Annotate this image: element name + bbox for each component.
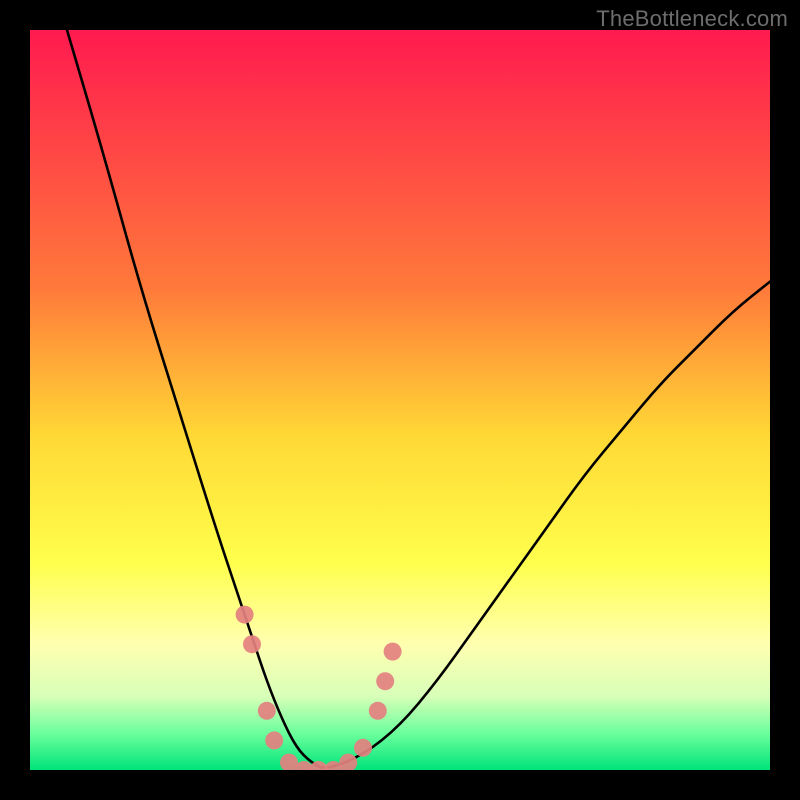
marker-point (258, 702, 276, 720)
marker-point (384, 643, 402, 661)
marker-point (236, 606, 254, 624)
plot-area (30, 30, 770, 770)
marker-point (376, 672, 394, 690)
watermark-text: TheBottleneck.com (596, 6, 788, 32)
marker-point (369, 702, 387, 720)
marker-point (339, 754, 357, 770)
curve-overlay (30, 30, 770, 770)
marker-point (354, 739, 372, 757)
marker-point (243, 635, 261, 653)
bottleneck-curve (67, 30, 770, 768)
chart-frame: TheBottleneck.com (0, 0, 800, 800)
marker-point (265, 731, 283, 749)
